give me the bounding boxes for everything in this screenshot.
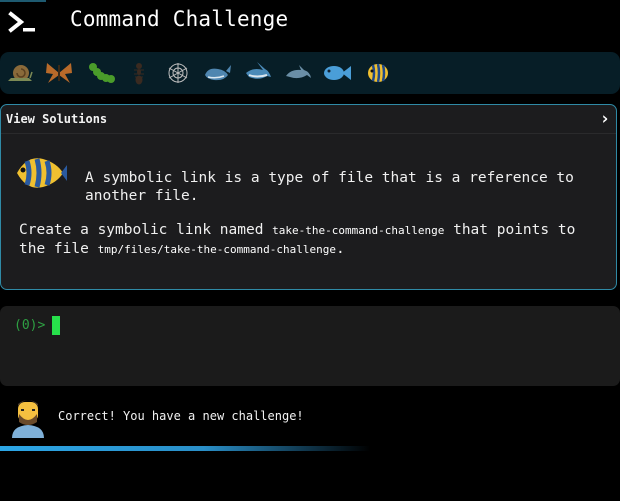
view-solutions-label: View Solutions bbox=[6, 112, 108, 126]
terminal-cursor[interactable] bbox=[52, 316, 60, 335]
level-bar bbox=[0, 52, 620, 94]
tropical-fish-icon bbox=[17, 158, 67, 188]
snail-icon[interactable] bbox=[5, 59, 35, 87]
whale-icon[interactable] bbox=[202, 59, 232, 87]
terminal-logo-icon[interactable] bbox=[8, 10, 38, 34]
task-prefix: Create a symbolic link named bbox=[19, 222, 273, 238]
view-solutions-toggle[interactable]: View Solutions › bbox=[1, 105, 616, 134]
caterpillar-icon[interactable] bbox=[86, 59, 116, 87]
challenge-intro: A symbolic link is a type of file that i… bbox=[85, 170, 574, 204]
spider-web-icon[interactable] bbox=[163, 59, 193, 87]
task-suffix: . bbox=[336, 241, 345, 257]
dolphin-icon[interactable] bbox=[283, 59, 313, 87]
avatar bbox=[12, 400, 44, 438]
terminal-prompt: (0)> bbox=[14, 318, 46, 333]
chevron-right-icon[interactable]: › bbox=[600, 109, 610, 129]
ant-icon[interactable] bbox=[124, 59, 154, 87]
progress-bar bbox=[0, 446, 370, 451]
app-title: Command Challenge bbox=[70, 7, 289, 31]
header-accent bbox=[0, 0, 46, 2]
challenge-task: Create a symbolic link named take-the-co… bbox=[19, 221, 599, 259]
link-name: take-the-command-challenge bbox=[272, 224, 445, 237]
shark-icon[interactable] bbox=[243, 59, 273, 87]
butterfly-icon[interactable] bbox=[44, 59, 74, 87]
target-path: tmp/files/take-the-command-challenge bbox=[97, 243, 336, 256]
challenge-panel: View Solutions › A symbolic link is a ty… bbox=[0, 104, 617, 290]
status-message: Correct! You have a new challenge! bbox=[58, 409, 304, 423]
terminal[interactable]: (0)> bbox=[0, 306, 620, 386]
tropical-fish-icon[interactable] bbox=[363, 59, 393, 87]
fish-icon[interactable] bbox=[322, 59, 352, 87]
header: Command Challenge bbox=[0, 0, 620, 46]
